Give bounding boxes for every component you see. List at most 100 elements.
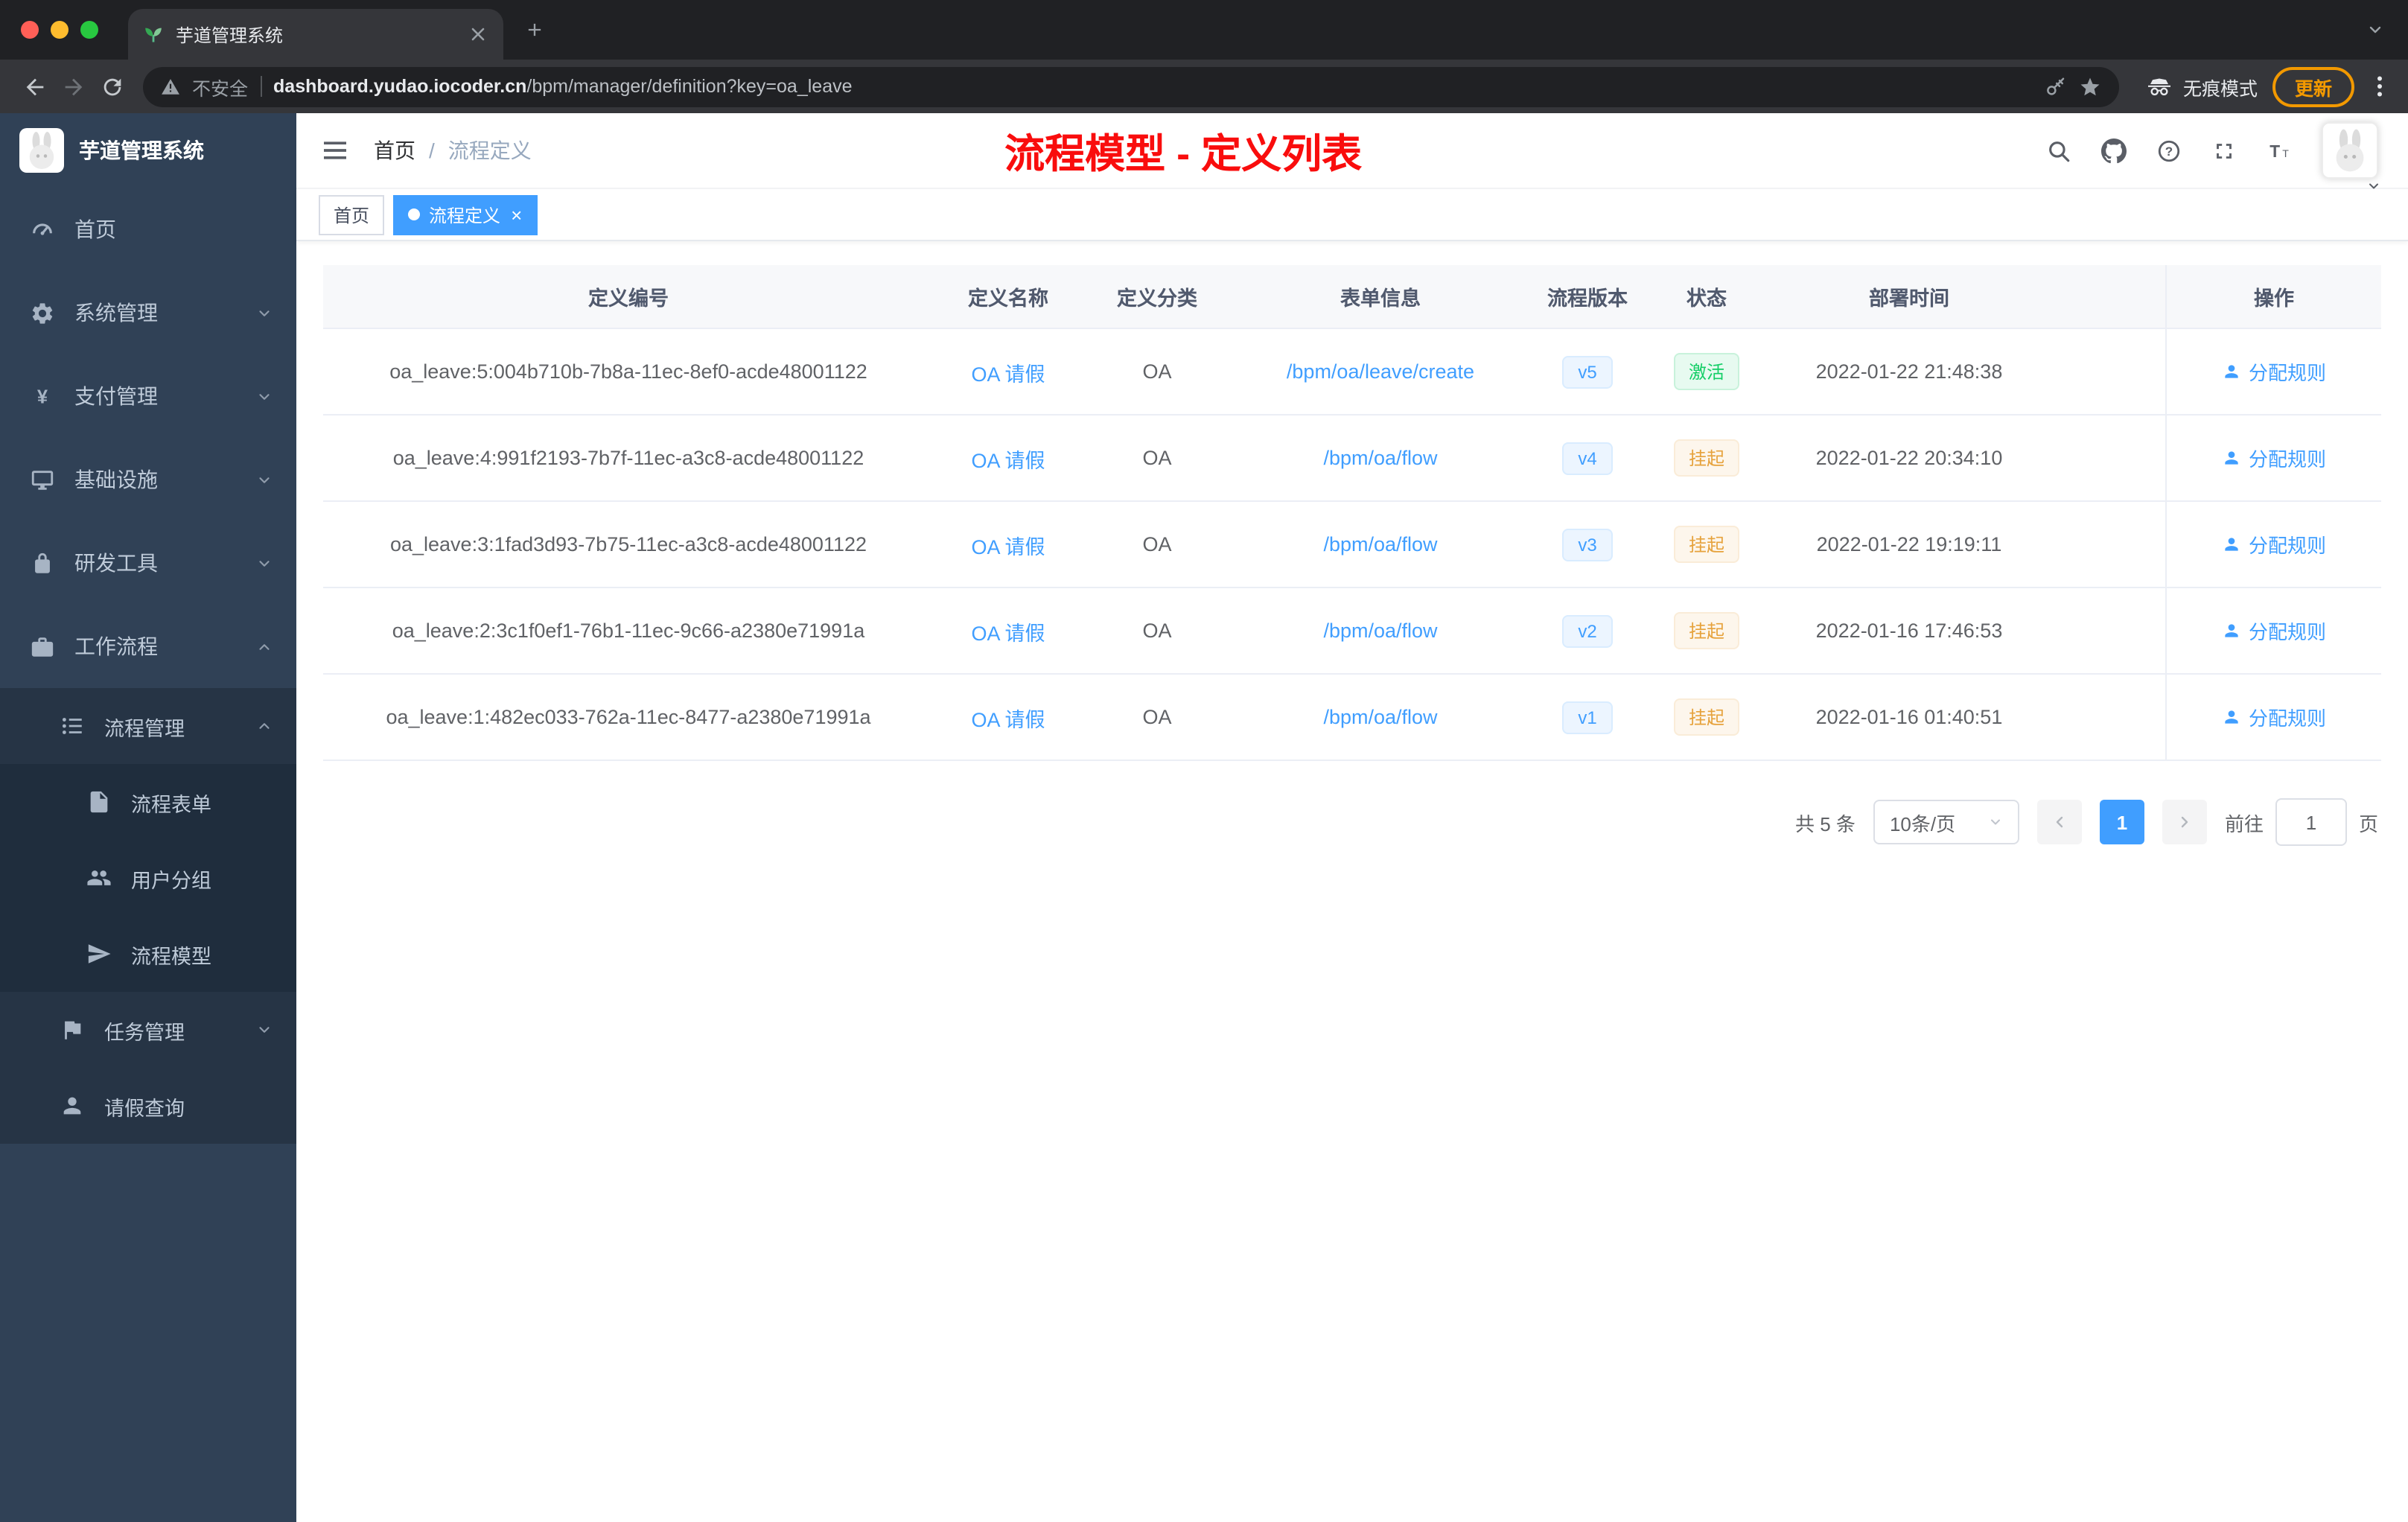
warning-icon [161, 77, 180, 96]
hamburger-icon[interactable] [296, 136, 374, 165]
version-badge: v1 [1561, 701, 1614, 733]
page-size-value: 10条/页 [1889, 812, 1956, 835]
breadcrumb-home[interactable]: 首页 [374, 136, 415, 165]
document-icon [86, 789, 112, 815]
row-spacer [2051, 675, 2165, 760]
page-size-select[interactable]: 10条/页 [1873, 800, 2019, 844]
update-button[interactable]: 更新 [2272, 66, 2354, 106]
help-icon[interactable] [2156, 138, 2182, 163]
tag-close-icon[interactable]: × [511, 205, 522, 224]
column-header: 操作 [2165, 265, 2381, 328]
user-avatar[interactable] [2322, 122, 2378, 179]
omnibox-divider [260, 76, 262, 97]
sidebar-item-home[interactable]: 首页 [0, 188, 296, 271]
lock-icon [30, 550, 55, 576]
definition-id-cell: oa_leave:3:1fad3d93-7b75-11ec-a3c8-acde4… [389, 533, 867, 555]
breadcrumb-separator: / [429, 138, 435, 162]
form-link[interactable]: /bpm/oa/flow [1323, 706, 1437, 728]
page-header: 首页 / 流程定义 流程模型 - 定义列表 [296, 113, 2408, 189]
browser-tab[interactable]: 芋道管理系统 [128, 9, 503, 60]
font-size-icon[interactable] [2267, 138, 2292, 163]
tag-process-definition[interactable]: 流程定义 × [393, 194, 538, 235]
search-icon[interactable] [2046, 138, 2071, 163]
new-tab-button[interactable] [524, 19, 545, 40]
definition-name-link[interactable]: OA 请假 [971, 443, 1045, 473]
assign-rule-link[interactable]: 分配规则 [2222, 357, 2326, 386]
sidebar-item-process-model[interactable]: 流程模型 [0, 916, 296, 992]
incognito-label: 无痕模式 [2182, 78, 2258, 99]
tag-home[interactable]: 首页 [319, 194, 385, 235]
row-spacer [2051, 329, 2165, 414]
sidebar-item-workflow[interactable]: 工作流程 [0, 605, 296, 688]
sidebar-logo[interactable]: 芋道管理系统 [0, 113, 296, 188]
sidebar-item-leave-query[interactable]: 请假查询 [0, 1068, 296, 1144]
version-badge: v5 [1561, 355, 1614, 388]
fullscreen-icon[interactable] [2211, 138, 2237, 163]
assign-rule-link[interactable]: 分配规则 [2222, 444, 2326, 472]
flag-icon [60, 1017, 85, 1042]
window-zoom-button[interactable] [80, 21, 98, 39]
avatar-dropdown-caret-icon[interactable] [2366, 179, 2381, 194]
page-number-button[interactable]: 1 [2099, 800, 2144, 844]
tab-close-icon[interactable] [468, 24, 488, 45]
forward-button[interactable] [54, 67, 92, 106]
more-menu-icon[interactable] [2366, 73, 2393, 100]
back-button[interactable] [15, 67, 54, 106]
browser-toolbar: 不安全 dashboard.yudao.iocoder.cn/bpm/manag… [0, 60, 2408, 113]
address-bar[interactable]: 不安全 dashboard.yudao.iocoder.cn/bpm/manag… [143, 66, 2119, 106]
key-icon[interactable] [2045, 75, 2067, 98]
definition-name-link[interactable]: OA 请假 [971, 529, 1045, 559]
chevron-down-icon [256, 555, 273, 571]
sidebar-item-dev-tools[interactable]: 研发工具 [0, 521, 296, 605]
form-link[interactable]: /bpm/oa/leave/create [1287, 360, 1474, 383]
main-area: 首页 / 流程定义 流程模型 - 定义列表 首页 流程定义 × 定义编号 定义名… [296, 113, 2408, 1522]
sidebar-item-process-form[interactable]: 流程表单 [0, 764, 296, 840]
definition-name-link[interactable]: OA 请假 [971, 702, 1045, 732]
sidebar-menu: 首页 系统管理 支付管理 基础设施 研发工具 工作流程 流程管理 流程表单 用户… [0, 188, 296, 1144]
table-row: oa_leave:3:1fad3d93-7b75-11ec-a3c8-acde4… [323, 502, 2381, 588]
gear-icon [30, 300, 55, 325]
screenshot-root: 芋道管理系统 不安全 dashboard.yudao.iocoder.cn/bp… [0, 0, 2408, 1522]
sidebar-item-process-management[interactable]: 流程管理 [0, 688, 296, 764]
column-header: 状态 [1686, 287, 1727, 310]
security-label[interactable]: 不安全 [192, 72, 248, 101]
form-link[interactable]: /bpm/oa/flow [1323, 533, 1437, 555]
column-header: 部署时间 [1869, 287, 1949, 310]
table-row: oa_leave:1:482ec033-762a-11ec-8477-a2380… [323, 675, 2381, 761]
goto-page-input[interactable] [2275, 798, 2347, 846]
window-close-button[interactable] [21, 21, 39, 39]
next-page-button[interactable] [2162, 800, 2207, 844]
sidebar-item-label: 系统管理 [74, 301, 158, 325]
header-actions [2046, 122, 2408, 179]
table-header-row: 定义编号 定义名称 定义分类 表单信息 流程版本 状态 部署时间 操作 [323, 265, 2381, 329]
star-bookmark-icon[interactable] [2079, 75, 2101, 98]
sidebar-item-user-group[interactable]: 用户分组 [0, 840, 296, 916]
definition-id-cell: oa_leave:4:991f2193-7b7f-11ec-a3c8-acde4… [392, 447, 864, 469]
definition-name-link[interactable]: OA 请假 [971, 357, 1045, 386]
dashboard-icon [30, 217, 55, 242]
reload-button[interactable] [92, 67, 131, 106]
tab-search-chevron-icon[interactable] [2366, 21, 2384, 39]
form-link[interactable]: /bpm/oa/flow [1323, 620, 1437, 642]
assign-rule-link[interactable]: 分配规则 [2222, 703, 2326, 731]
sidebar-item-task-management[interactable]: 任务管理 [0, 992, 296, 1068]
user-icon [2222, 535, 2241, 554]
user-icon [2222, 707, 2241, 727]
assign-rule-link[interactable]: 分配规则 [2222, 530, 2326, 558]
status-badge: 挂起 [1673, 698, 1739, 736]
sidebar-item-system-management[interactable]: 系统管理 [0, 271, 296, 354]
tag-label: 首页 [334, 205, 370, 226]
prev-page-button[interactable] [2036, 800, 2082, 844]
definition-name-link[interactable]: OA 请假 [971, 616, 1045, 646]
sidebar-item-label: 任务管理 [104, 1021, 185, 1043]
form-link[interactable]: /bpm/oa/flow [1323, 447, 1437, 469]
sidebar-item-infrastructure[interactable]: 基础设施 [0, 438, 296, 521]
assign-rule-label: 分配规则 [2248, 707, 2326, 730]
assign-rule-link[interactable]: 分配规则 [2222, 617, 2326, 645]
github-icon[interactable] [2101, 138, 2127, 163]
active-tag-dot [408, 208, 421, 220]
sidebar-item-payment-management[interactable]: 支付管理 [0, 354, 296, 438]
status-badge: 激活 [1673, 353, 1739, 390]
url-path: /bpm/manager/definition?key=oa_leave [526, 76, 853, 97]
window-minimize-button[interactable] [51, 21, 69, 39]
